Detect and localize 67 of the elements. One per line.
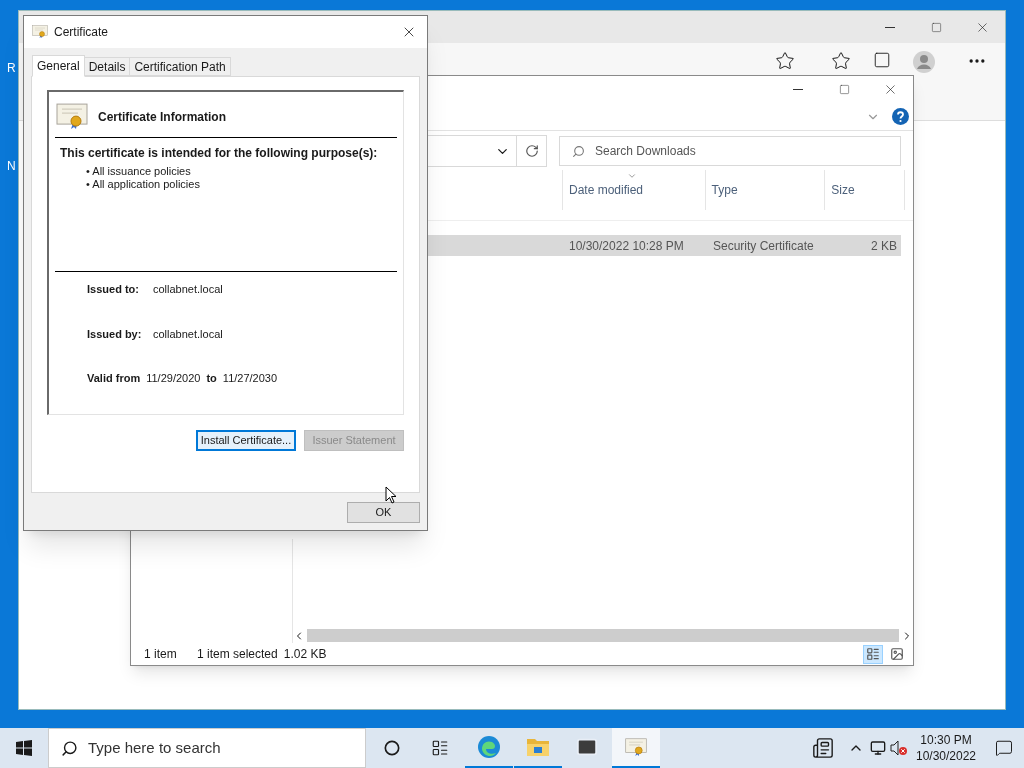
- desktop-icon-label: N: [7, 158, 16, 175]
- item-count: 1 item: [144, 646, 178, 663]
- search-field[interactable]: Search Downloads: [595, 142, 900, 160]
- issued-to-value: collabnet.local: [153, 282, 223, 297]
- details-view-button[interactable]: [863, 644, 883, 664]
- ok-button[interactable]: OK: [347, 502, 420, 523]
- maximize-icon: [838, 84, 850, 95]
- tiles-view-icon: [890, 647, 904, 661]
- taskbar-search-field[interactable]: Type here to search: [88, 736, 365, 760]
- sort-icon: [627, 171, 637, 181]
- purpose-title: This certificate is intended for the following purpose(s):: [59, 145, 379, 162]
- certificate-icon: [32, 25, 48, 39]
- dialog-title: Certificate: [54, 24, 109, 41]
- news-icon[interactable]: [812, 737, 834, 759]
- maximize-icon: [930, 21, 942, 33]
- selection-status: 1 item selected: [197, 646, 278, 663]
- tab[interactable]: General: [32, 55, 85, 77]
- search-box[interactable]: Search Downloads: [559, 136, 901, 166]
- issued-by-label: Issued by:: [87, 326, 143, 342]
- install-certificate-button[interactable]: Install Certificate...: [196, 430, 296, 451]
- desktop-icon-label: R: [7, 60, 16, 77]
- task-view-icon: [431, 739, 449, 757]
- scrollbar-thumb[interactable]: [307, 629, 899, 642]
- muted-volume-icon[interactable]: [890, 740, 908, 756]
- minimize-icon: [793, 89, 803, 90]
- refresh-button[interactable]: [517, 135, 547, 167]
- date-cell-text: 10/30/2022 10:28 PM: [569, 237, 685, 255]
- column-header[interactable]: Type: [705, 170, 826, 210]
- taskbar-search-box[interactable]: Type here to search: [48, 728, 366, 768]
- clock-date: 10/30/2022: [915, 748, 977, 764]
- certificate-icon: [625, 737, 647, 757]
- notifications-icon: [995, 739, 1013, 757]
- collections-icon[interactable]: [873, 51, 891, 69]
- taskbar-app-button[interactable]: [612, 728, 660, 768]
- clock-time: 10:30 PM: [920, 732, 972, 748]
- search-icon: [572, 144, 585, 158]
- help-icon[interactable]: [892, 108, 909, 125]
- issued-to-label: Issued to:: [87, 282, 140, 297]
- valid-from-label: Valid from: [87, 371, 141, 386]
- cortana-icon: [384, 740, 400, 756]
- minimize-icon: [885, 26, 895, 28]
- purpose-item: • All issuance policies: [86, 165, 192, 178]
- issued-by-value: collabnet.local: [153, 326, 223, 342]
- details-view-icon: [866, 647, 880, 661]
- size-cell-text: 2 KB: [870, 237, 898, 255]
- purpose-item: • All application policies: [86, 178, 201, 191]
- valid-from-date: 11/29/2020: [146, 371, 201, 386]
- edge-icon: [477, 735, 501, 759]
- network-icon[interactable]: [870, 740, 886, 756]
- panel-heading: Certificate Information: [98, 109, 226, 126]
- clock[interactable]: 10:30 PM 10/30/2022: [908, 732, 984, 764]
- search-icon: [61, 739, 78, 757]
- folder-icon: [526, 736, 550, 758]
- windows-logo-icon[interactable]: [16, 740, 32, 756]
- column-header[interactable]: Date modified: [562, 170, 706, 210]
- profile-avatar-icon[interactable]: [913, 51, 935, 73]
- tab[interactable]: Details: [83, 57, 131, 76]
- selection-size: 1.02 KB: [283, 646, 327, 663]
- valid-to-date: 11/27/2030: [222, 371, 278, 386]
- refresh-icon: [524, 144, 539, 158]
- tab[interactable]: Certification Path: [129, 57, 231, 76]
- favorite-star-icon[interactable]: [775, 51, 795, 71]
- valid-to-label: to: [206, 371, 217, 386]
- favorites-icon[interactable]: [831, 51, 851, 71]
- certificate-icon: [56, 103, 88, 131]
- column-header[interactable]: Size: [825, 170, 905, 210]
- type-cell-text: Security Certificate: [713, 237, 815, 255]
